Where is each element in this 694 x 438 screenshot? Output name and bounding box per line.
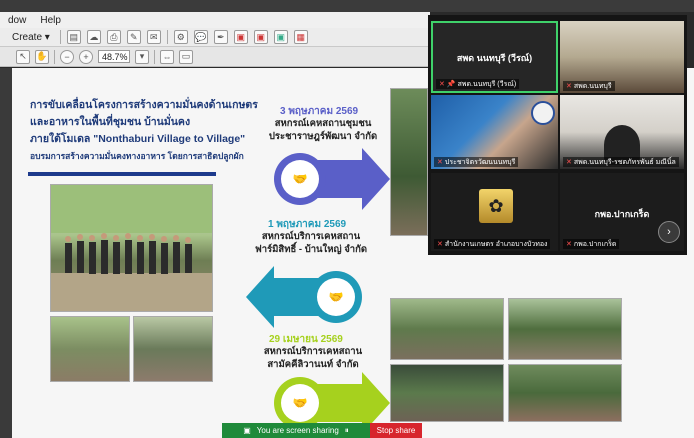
event-coop-2: สหกรณ์บริการเคหสถาน ฟาร์มิสิทธิ์ - บ้านใ… (246, 230, 376, 256)
video-meeting-panel: สพด นนทบุรี (วีรณ์) ✕ 📌 สพด.นนทบุรี (วีรณ์… (428, 15, 687, 255)
participant-3-nametag: ✕ ประชาจิตรวัฒนนนทบุรี (434, 157, 519, 167)
svg-text:🤝: 🤝 (293, 396, 308, 410)
participant-2-nametag: ✕ สพด.นนทบุรี (563, 81, 615, 91)
menu-bar: dow Help (0, 12, 430, 28)
zoom-in-icon[interactable]: + (79, 49, 93, 64)
cloud-icon[interactable]: ☁ (86, 30, 101, 44)
toolbar-separator (166, 30, 168, 44)
mic-muted-icon: ✕ (566, 83, 572, 90)
screen-sharing-status: You are screen sharing (256, 426, 339, 435)
stop-share-label: Stop share (376, 426, 416, 435)
pdf-icon[interactable]: ▣ (233, 30, 248, 44)
event-coop-2-line-2: ฟาร์มิสิทธิ์ - บ้านใหญ่ จำกัด (254, 244, 368, 255)
event-coop-3-line-1: สหกรณ์บริการเคหสถาน (263, 346, 363, 357)
participant-1-label: สพด นนทบุรี (วีรณ์) (456, 53, 533, 63)
toolbar-separator (54, 49, 55, 64)
event-photo-top (390, 88, 428, 236)
event-coop-1: สหกรณ์เคหสถานชุมชน ประชาราษฎร์พัฒนา จำกั… (258, 117, 388, 143)
event-photo-bottom-2 (508, 364, 622, 422)
view-toolbar: ↖ ✋ − + 48.7% ▾ ⇔ ▭ (0, 47, 430, 67)
event-coop-2-line-1: สหกรณ์บริการเคหสถาน (261, 231, 361, 242)
create-button[interactable]: Create ▾ (8, 32, 54, 43)
stop-share-button[interactable]: Stop share (370, 423, 422, 438)
svg-text:🤝: 🤝 (293, 172, 308, 186)
settings-icon[interactable]: ⚙ (173, 30, 188, 44)
fit-width-icon[interactable]: ⇔ (160, 49, 174, 64)
slide-title-line-1: การขับเคลื่อนโครงการสร้างความมั่นคงด้านเ… (30, 99, 258, 111)
participant-5-nametag: ✕ สำนักงานเกษตร อำเภอบางบัวทอง (434, 239, 551, 249)
event-coop-3: สหกรณ์บริการเคหสถาน สามัคคีลิวานนท์ จำกั… (248, 345, 378, 371)
workshop-photo-right (133, 316, 213, 382)
event-coop-1-line-1: สหกรณ์เคหสถานชุมชน (274, 118, 372, 129)
pause-share-icon[interactable]: ⏸ (345, 426, 349, 436)
title-underline (28, 172, 216, 176)
menu-item-window[interactable]: dow (8, 15, 26, 26)
arrow-right-blue: 🤝 (274, 148, 390, 210)
fit-page-icon[interactable]: ▭ (179, 49, 193, 64)
stamp-icon[interactable]: ▦ (293, 30, 308, 44)
print-icon[interactable]: ⎙ (106, 30, 121, 44)
logo-badge (531, 101, 555, 125)
comment-icon[interactable]: 💬 (193, 30, 208, 44)
slide-title-line-3: ภายใต้โมเดล "Nonthaburi Village to Villa… (30, 133, 246, 145)
participant-tile-2[interactable]: ✕ สพด.นนทบุรี (560, 21, 684, 93)
participant-6-nametag: ✕ กพอ.ปากเกร็ด (563, 239, 620, 249)
workshop-photo-left (50, 316, 130, 382)
mic-muted-icon: ✕ (439, 81, 445, 88)
mail-icon[interactable]: ✉ (146, 30, 161, 44)
participant-1-nametag: ✕ 📌 สพด.นนทบุรี (วีรณ์) (436, 79, 520, 89)
toolbar-separator (59, 30, 61, 44)
screen-sharing-bar: ▣ You are screen sharing ⏸ (222, 423, 370, 438)
mic-muted-icon: ✕ (437, 241, 443, 248)
lotus-avatar-icon: ✿ (479, 189, 513, 223)
participant-5-name: สำนักงานเกษตร อำเภอบางบัวทอง (444, 240, 548, 248)
participant-4-nametag: ✕ สพด.นนทบุรี-รชตภัทรพันธ์ มณีนิ์ล (563, 157, 679, 167)
event-coop-3-line-2: สามัคคีลิวานนท์ จำกัด (267, 359, 359, 370)
zoom-out-icon[interactable]: − (60, 49, 74, 64)
svg-text:🤝: 🤝 (329, 290, 344, 304)
zoom-level-input[interactable]: 48.7% (98, 50, 130, 63)
participant-tile-4[interactable]: ✕ สพด.นนทบุรี-รชตภัทรพันธ์ มณีนิ์ล (560, 95, 684, 169)
event-photo-bottom-1 (390, 364, 504, 422)
screen-share-icon: ▣ (243, 426, 251, 435)
participant-3-name: ประชาจิตรวัฒนนนทบุรี (444, 158, 516, 166)
open-icon[interactable]: ▤ (66, 30, 81, 44)
select-cursor-icon[interactable]: ↖ (16, 49, 30, 64)
slide-subtitle: อบรมการสร้างความมั่นคงทางอาหาร โดยการสาธ… (30, 151, 244, 161)
group-photo (50, 184, 213, 312)
mic-muted-icon: ✕ (566, 241, 572, 248)
participant-tile-3[interactable]: ✕ ประชาจิตรวัฒนนนทบุรี (431, 95, 558, 169)
participant-2-name: สพด.นนทบุรี (573, 82, 612, 90)
left-gutter (0, 68, 12, 438)
participant-6-label: กพอ.ปากเกร็ด (594, 209, 650, 219)
participant-4-name: สพด.นนทบุรี-รชตภัทรพันธ์ มณีนิ์ล (573, 158, 676, 166)
participant-tile-5[interactable]: ✿ ✕ สำนักงานเกษตร อำเภอบางบัวทอง (431, 173, 558, 251)
slide-title-line-2: และอาหารในพื้นที่ชุมชน บ้านมั่นคง (30, 116, 191, 128)
zoom-dropdown-icon[interactable]: ▾ (135, 49, 149, 64)
mic-muted-icon: ✕ (566, 159, 572, 166)
pdf-export-icon[interactable]: ▣ (253, 30, 268, 44)
edit-icon[interactable]: ✎ (126, 30, 141, 44)
participant-1-name: สพด.นนทบุรี (วีรณ์) (457, 80, 517, 88)
arrow-left-teal: 🤝 (246, 266, 362, 328)
participant-6-name: กพอ.ปากเกร็ด (573, 240, 617, 248)
event-photo-mid-1 (390, 298, 504, 360)
menu-item-help[interactable]: Help (40, 15, 61, 26)
main-toolbar: Create ▾ ▤ ☁ ⎙ ✎ ✉ ⚙ 💬 ✒ ▣ ▣ ▣ ▦ (0, 28, 430, 47)
event-coop-1-line-2: ประชาราษฎร์พัฒนา จำกัด (268, 131, 378, 142)
mic-muted-icon: ✕ (437, 159, 443, 166)
next-page-icon[interactable]: › (658, 221, 680, 243)
hand-icon[interactable]: ✋ (35, 49, 49, 64)
participant-tile-6[interactable]: กพอ.ปากเกร็ด ✕ กพอ.ปากเกร็ด › (560, 173, 684, 251)
event-photo-mid-2 (508, 298, 622, 360)
pen-icon[interactable]: ✒ (213, 30, 228, 44)
top-window-strip (0, 0, 694, 12)
toolbar-separator (154, 49, 155, 64)
pin-icon: 📌 (446, 81, 456, 88)
pdf-share-icon[interactable]: ▣ (273, 30, 288, 44)
participant-tile-1[interactable]: สพด นนทบุรี (วีรณ์) ✕ 📌 สพด.นนทบุรี (วีรณ์… (431, 21, 558, 93)
